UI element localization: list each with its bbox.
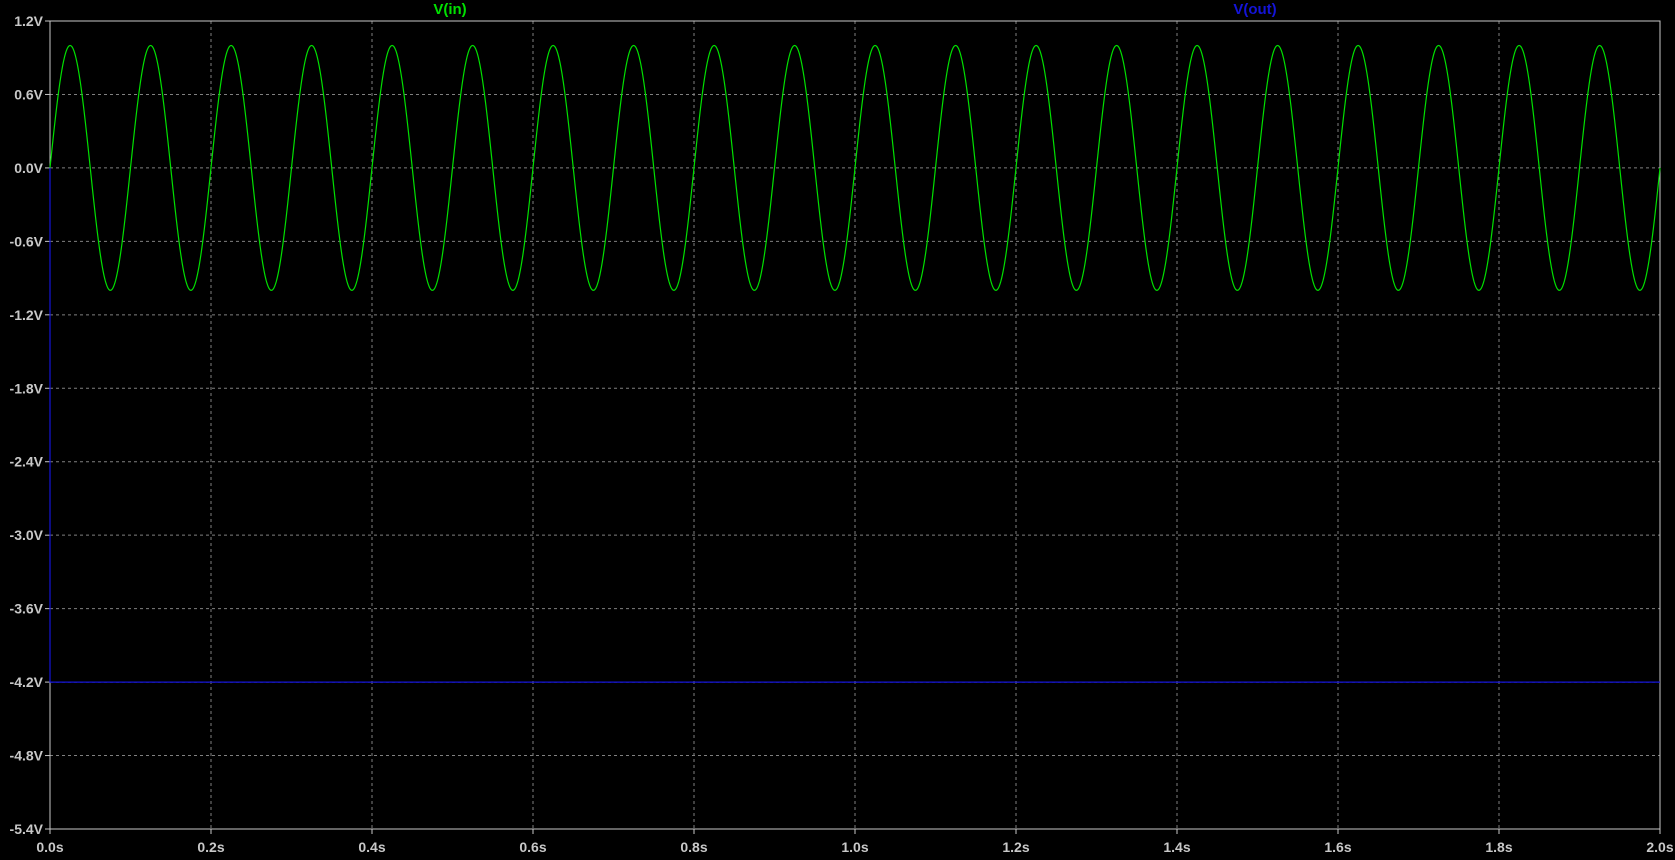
x-tick-label: 0.6s (519, 839, 546, 855)
y-tick-label: 1.2V (14, 13, 43, 29)
x-tick-label: 1.8s (1485, 839, 1512, 855)
grid-layer (50, 21, 1660, 829)
x-tick-label: 0.0s (36, 839, 63, 855)
y-tick-label: -4.8V (10, 748, 44, 764)
y-tick-label: 0.6V (14, 86, 43, 102)
x-tick-label: 1.4s (1163, 839, 1190, 855)
legend: V(in) V(out) (433, 1, 1276, 18)
x-tick-label: 1.6s (1324, 839, 1351, 855)
x-tick-label: 0.4s (358, 839, 385, 855)
y-axis-ticks: 1.2V 0.6V 0.0V -0.6V -1.2V -1.8V -2.4V -3.0V -3.… (10, 13, 44, 837)
y-tick-label: -0.6V (10, 233, 44, 249)
y-tick-label: -1.8V (10, 380, 44, 396)
waveform-window[interactable]: 1.2V 0.6V 0.0V -0.6V -1.2V -1.8V -2.4V -3.0V -3.… (0, 0, 1675, 860)
x-tick-label: 2.0s (1646, 839, 1673, 855)
x-axis-ticks: 0.0s 0.2s 0.4s 0.6s 0.8s 1.0s 1.2s 1.4s 1.6s 1.8s… (36, 839, 1673, 855)
x-tick-label: 0.8s (680, 839, 707, 855)
x-tick-label: 1.2s (1002, 839, 1029, 855)
x-tick-label: 0.2s (197, 839, 224, 855)
y-tick-label: -4.2V (10, 674, 44, 690)
legend-label-vout: V(out) (1233, 1, 1276, 18)
y-tick-label: 0.0V (14, 160, 43, 176)
legend-label-vin: V(in) (433, 1, 466, 18)
waveform-plot[interactable]: 1.2V 0.6V 0.0V -0.6V -1.2V -1.8V -2.4V -3.0V -3.… (0, 0, 1675, 860)
x-tick-label: 1.0s (841, 839, 868, 855)
y-tick-label: -2.4V (10, 454, 44, 470)
axis-layer (45, 20, 1661, 834)
y-tick-label: -5.4V (10, 821, 44, 837)
y-tick-label: -1.2V (10, 307, 44, 323)
y-tick-label: -3.0V (10, 527, 44, 543)
y-tick-label: -3.6V (10, 601, 44, 617)
